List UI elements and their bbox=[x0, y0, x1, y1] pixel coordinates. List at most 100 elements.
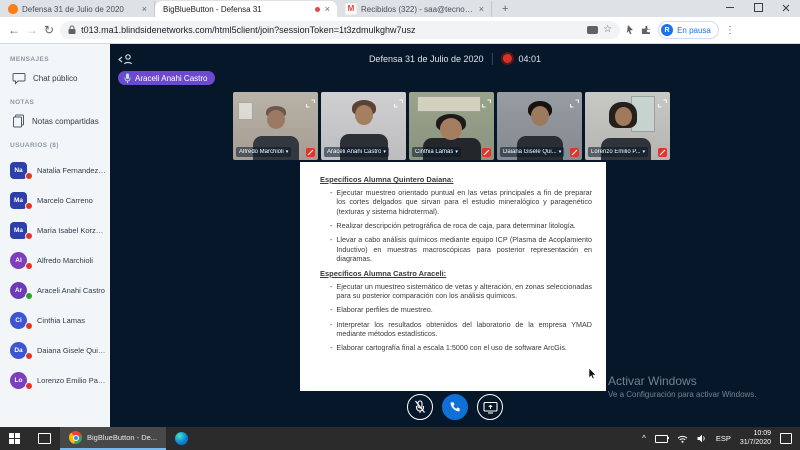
bookmark-star-icon[interactable]: ☆ bbox=[603, 25, 612, 35]
wifi-icon[interactable] bbox=[677, 435, 688, 443]
talking-indicator[interactable]: Araceli Anahi Castro bbox=[118, 71, 215, 85]
webcam-tile[interactable]: Cinthia Lamas ▾ bbox=[409, 92, 494, 160]
taskbar-edge-button[interactable] bbox=[166, 427, 197, 450]
tray-expand-icon[interactable]: ^ bbox=[642, 434, 646, 443]
taskbar-clock[interactable]: 10:09 31/7/2020 bbox=[740, 430, 771, 446]
webcam-tile[interactable]: Araceli Anahi Castro ▾ bbox=[321, 92, 406, 160]
webcam-tile[interactable]: Daiana Gisele Qui... ▾ bbox=[497, 92, 582, 160]
start-button[interactable] bbox=[0, 427, 29, 450]
browser-menu-icon[interactable]: ⋮ bbox=[725, 25, 735, 36]
presentation-slide[interactable]: Específicos Alumna Quintero Daiana: - Ej… bbox=[300, 162, 606, 391]
slide-bullet: - Interpretar los resultados obtenidos d… bbox=[330, 320, 592, 339]
user-list-item[interactable]: Ma María Isabel Korzeni... bbox=[10, 215, 110, 245]
divider bbox=[492, 53, 493, 65]
close-icon[interactable]: × bbox=[478, 4, 485, 15]
webcam-name-label[interactable]: Lorenzo Emilio P... ▾ bbox=[588, 147, 648, 157]
sidebar-item-shared-notes[interactable]: Notas compartidas bbox=[12, 112, 110, 130]
language-indicator[interactable]: ESP bbox=[716, 434, 731, 443]
user-list-item[interactable]: Al Alfredo Marchioli bbox=[10, 245, 110, 275]
user-list-item[interactable]: Lo Lorenzo Emilio Parra bbox=[10, 365, 110, 395]
sidebar-item-label: Notas compartidas bbox=[32, 117, 99, 126]
fullscreen-icon[interactable] bbox=[658, 95, 667, 113]
slide-bullet: - Elaborar perfiles de muestreo. bbox=[330, 305, 592, 314]
action-center-icon[interactable] bbox=[780, 433, 792, 444]
user-list-item[interactable]: Ci Cinthia Lamas bbox=[10, 305, 110, 335]
tab-gmail[interactable]: M Recibidos (322) - saa@tecnou... × bbox=[337, 1, 492, 17]
user-list-item[interactable]: Ma Marcelo Carreno bbox=[10, 185, 110, 215]
media-control-icon[interactable] bbox=[587, 26, 598, 34]
slide-bullet: - Ejecutar un muestreo sistemático de ve… bbox=[330, 282, 592, 301]
fullscreen-icon[interactable] bbox=[394, 95, 403, 113]
new-tab-button[interactable]: + bbox=[492, 3, 518, 15]
screen: Defensa 31 de Julio de 2020 × b BigBlueB… bbox=[0, 0, 800, 450]
muted-mic-icon bbox=[306, 148, 315, 157]
close-icon[interactable]: × bbox=[141, 4, 148, 15]
muted-mic-icon bbox=[482, 148, 491, 157]
profile-chip[interactable]: R En pausa bbox=[658, 21, 719, 39]
task-view-button[interactable] bbox=[29, 427, 60, 450]
webcam-name-label[interactable]: Araceli Anahi Castro ▾ bbox=[324, 147, 389, 157]
webcam-name-label[interactable]: Alfredo Marchioli ▾ bbox=[236, 147, 291, 157]
recording-indicator[interactable]: 04:01 bbox=[501, 52, 542, 65]
user-list-item[interactable]: Na Natalia Fernandez (Tú) bbox=[10, 155, 110, 185]
muted-mic-icon bbox=[570, 148, 579, 157]
profile-avatar: R bbox=[661, 24, 673, 36]
extensions-puzzle-icon[interactable] bbox=[641, 25, 652, 36]
hide-userlist-button[interactable] bbox=[118, 53, 134, 71]
muted-mic-icon bbox=[658, 148, 667, 157]
speaker-icon[interactable] bbox=[697, 434, 707, 443]
tab-defensa[interactable]: Defensa 31 de Julio de 2020 × bbox=[0, 1, 155, 17]
forward-icon[interactable]: → bbox=[26, 24, 38, 36]
battery-icon[interactable] bbox=[655, 435, 668, 443]
action-bar bbox=[407, 394, 503, 420]
meeting-title: Defensa 31 de Julio de 2020 bbox=[369, 54, 484, 64]
address-bar[interactable]: t013.ma1.blindsidenetworks.com/html5clie… bbox=[60, 21, 620, 39]
webcam-tile[interactable]: Lorenzo Emilio P... ▾ bbox=[585, 92, 670, 160]
windows-activation-watermark: Activar Windows Ve a Configuración para … bbox=[608, 374, 757, 399]
browser-tabstrip: Defensa 31 de Julio de 2020 × b BigBlueB… bbox=[0, 0, 800, 17]
recording-timer: 04:01 bbox=[519, 54, 542, 64]
extension-cursor-icon[interactable] bbox=[626, 25, 635, 35]
sidebar-item-public-chat[interactable]: Chat público bbox=[12, 69, 110, 87]
close-window-button[interactable] bbox=[772, 0, 800, 15]
user-list-item[interactable]: Da Daiana Gisele Quinte... bbox=[10, 335, 110, 365]
mute-button[interactable] bbox=[407, 394, 433, 420]
chat-icon bbox=[12, 72, 26, 85]
fullscreen-icon[interactable] bbox=[306, 95, 315, 113]
profile-status: En pausa bbox=[677, 26, 711, 35]
screenshare-button[interactable] bbox=[477, 394, 503, 420]
bbb-header: Defensa 31 de Julio de 2020 04:01 bbox=[110, 52, 800, 70]
leave-audio-button[interactable] bbox=[442, 394, 468, 420]
system-tray: ^ ESP 10:09 31/7/2020 bbox=[642, 430, 800, 446]
chevron-down-icon: ▾ bbox=[643, 149, 646, 155]
taskbar: BigBlueButton - De... ^ ESP 10:09 31/7/2… bbox=[0, 427, 800, 450]
muted-mic-icon bbox=[25, 322, 33, 330]
minimize-button[interactable] bbox=[716, 0, 744, 15]
maximize-button[interactable] bbox=[744, 0, 772, 15]
webcam-name-label[interactable]: Cinthia Lamas ▾ bbox=[412, 147, 461, 157]
webcam-name-label[interactable]: Daiana Gisele Qui... ▾ bbox=[500, 147, 564, 157]
notes-icon bbox=[12, 114, 25, 128]
taskbar-app-label: BigBlueButton - De... bbox=[87, 433, 157, 442]
webcam-tile[interactable]: Alfredo Marchioli ▾ bbox=[233, 92, 318, 160]
record-icon bbox=[501, 52, 514, 65]
gmail-favicon-icon: M bbox=[345, 3, 357, 15]
tab-bigbluebutton[interactable]: b BigBlueButton - Defensa 31 × bbox=[155, 1, 337, 17]
chevron-down-icon: ▾ bbox=[383, 149, 386, 155]
edge-icon bbox=[175, 432, 188, 445]
talking-user-name: Araceli Anahi Castro bbox=[135, 74, 207, 83]
back-icon[interactable]: ← bbox=[8, 24, 20, 36]
webcam-strip: Alfredo Marchioli ▾ Araceli Anahi Castro… bbox=[233, 92, 670, 160]
close-icon[interactable]: × bbox=[324, 4, 331, 15]
taskbar-chrome-button[interactable]: BigBlueButton - De... bbox=[60, 427, 166, 450]
meeting-title-group: Defensa 31 de Julio de 2020 04:01 bbox=[369, 52, 541, 65]
fullscreen-icon[interactable] bbox=[570, 95, 579, 113]
bbb-app: MENSAJES Chat público NOTAS Notas compar… bbox=[0, 44, 800, 427]
user-list-item[interactable]: Ar Araceli Anahi Castro bbox=[10, 275, 110, 305]
windows-logo-icon bbox=[9, 433, 20, 444]
muted-mic-icon bbox=[25, 172, 33, 180]
fullscreen-icon[interactable] bbox=[482, 95, 491, 113]
tab-title: BigBlueButton - Defensa 31 bbox=[163, 5, 311, 14]
reload-icon[interactable]: ↻ bbox=[44, 24, 54, 36]
users-section-label: USUARIOS (8) bbox=[10, 142, 110, 149]
